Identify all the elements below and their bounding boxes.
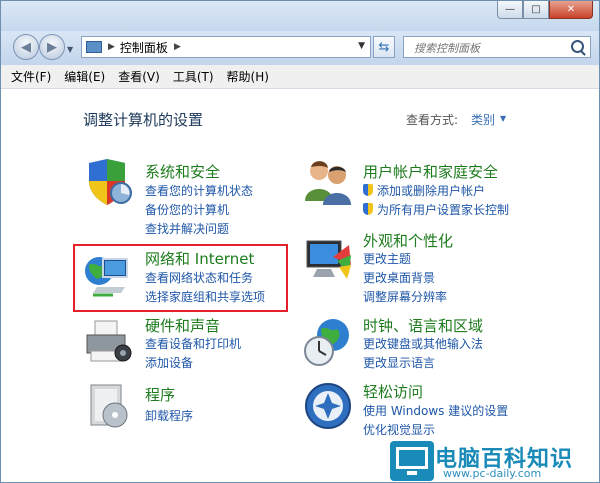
control-panel-icon: [86, 41, 102, 53]
caption-buttons: — □ ✕: [497, 1, 593, 19]
highlight-box: [73, 244, 288, 312]
clock-globe-icon[interactable]: [303, 317, 353, 367]
menu-help[interactable]: 帮助(H): [227, 68, 269, 85]
watermark-logo-icon: [390, 441, 434, 481]
chevron-down-icon[interactable]: ▼: [500, 114, 506, 123]
link-change-desktop-background[interactable]: 更改桌面背景: [363, 269, 435, 286]
link-change-keyboard[interactable]: 更改键盘或其他输入法: [363, 335, 483, 352]
back-button[interactable]: ◀: [13, 34, 39, 60]
navigation-bar: ◀ ▶ ▼ ▶ 控制面板 ▶ ▼ ⇆: [1, 31, 599, 65]
breadcrumb-control-panel[interactable]: 控制面板: [120, 39, 168, 56]
address-bar[interactable]: ▶ 控制面板 ▶ ▼: [81, 36, 371, 58]
link-change-display-language[interactable]: 更改显示语言: [363, 354, 435, 371]
search-box[interactable]: [403, 36, 591, 58]
link-devices-printers[interactable]: 查看设备和打印机: [145, 335, 241, 352]
breadcrumb-chevron-icon[interactable]: ▶: [174, 42, 181, 52]
menu-view[interactable]: 查看(V): [118, 68, 160, 85]
category-user-accounts[interactable]: 用户帐户和家庭安全: [363, 161, 498, 182]
users-icon[interactable]: [303, 157, 353, 207]
maximize-button[interactable]: □: [523, 1, 549, 19]
link-parental-controls[interactable]: 为所有用户设置家长控制: [363, 201, 509, 218]
category-system-security[interactable]: 系统和安全: [145, 161, 220, 182]
link-add-device[interactable]: 添加设备: [145, 354, 193, 371]
minimize-button[interactable]: —: [497, 1, 523, 19]
link-windows-recommended-settings[interactable]: 使用 Windows 建议的设置: [363, 402, 508, 419]
refresh-icon: ⇆: [378, 39, 390, 55]
view-by-dropdown[interactable]: 类别: [471, 111, 495, 128]
search-icon[interactable]: [571, 40, 584, 53]
title-bar[interactable]: — □ ✕: [1, 1, 599, 31]
programs-icon[interactable]: [85, 381, 135, 431]
uac-shield-icon: [363, 184, 373, 196]
content-area: 调整计算机的设置 查看方式: 类别 ▼ 系统和安全 查看您的计算机状态 备份您的…: [1, 89, 599, 482]
forward-button[interactable]: ▶: [39, 34, 65, 60]
link-optimize-visual-display[interactable]: 优化视觉显示: [363, 421, 435, 438]
uac-shield-icon: [363, 203, 373, 215]
close-button[interactable]: ✕: [549, 1, 593, 19]
menu-bar: 文件(F) 编辑(E) 查看(V) 工具(T) 帮助(H): [1, 65, 599, 89]
category-ease-of-access[interactable]: 轻松访问: [363, 381, 423, 402]
view-by-label: 查看方式:: [406, 113, 459, 127]
category-hardware-sound[interactable]: 硬件和声音: [145, 315, 220, 336]
category-clock-language-region[interactable]: 时钟、语言和区域: [363, 315, 483, 336]
control-panel-window: — □ ✕ ◀ ▶ ▼ ▶ 控制面板 ▶ ▼ ⇆ 文件(F) 编辑(E) 查看(…: [0, 0, 600, 483]
menu-tools[interactable]: 工具(T): [173, 68, 214, 85]
link-view-computer-status[interactable]: 查看您的计算机状态: [145, 182, 253, 199]
search-input[interactable]: [412, 38, 566, 58]
refresh-button[interactable]: ⇆: [373, 36, 395, 58]
page-title: 调整计算机的设置: [83, 111, 204, 129]
breadcrumb-chevron-icon[interactable]: ▶: [108, 42, 115, 52]
link-change-theme[interactable]: 更改主题: [363, 250, 411, 267]
accessibility-icon[interactable]: [303, 381, 353, 431]
link-uninstall-program[interactable]: 卸载程序: [145, 407, 193, 424]
shield-icon[interactable]: [85, 157, 135, 207]
address-dropdown-icon[interactable]: ▼: [358, 41, 365, 51]
link-add-remove-users[interactable]: 添加或删除用户帐户: [363, 182, 485, 199]
link-troubleshoot[interactable]: 查找并解决问题: [145, 220, 229, 237]
recent-pages-dropdown-icon[interactable]: ▼: [67, 45, 73, 54]
monitor-icon[interactable]: [303, 235, 353, 285]
printer-icon[interactable]: [83, 317, 133, 367]
category-appearance[interactable]: 外观和个性化: [363, 230, 453, 251]
link-parental-controls-label: 为所有用户设置家长控制: [377, 203, 510, 217]
menu-file[interactable]: 文件(F): [11, 68, 51, 85]
link-add-remove-users-label: 添加或删除用户帐户: [377, 184, 486, 198]
menu-edit[interactable]: 编辑(E): [64, 68, 105, 85]
forward-arrow-icon: ▶: [47, 39, 57, 55]
link-adjust-resolution[interactable]: 调整屏幕分辨率: [363, 288, 447, 305]
back-arrow-icon: ◀: [21, 39, 31, 55]
link-backup-computer[interactable]: 备份您的计算机: [145, 201, 229, 218]
watermark-url: www.pc-daily.com: [443, 467, 542, 480]
category-programs[interactable]: 程序: [145, 384, 175, 405]
